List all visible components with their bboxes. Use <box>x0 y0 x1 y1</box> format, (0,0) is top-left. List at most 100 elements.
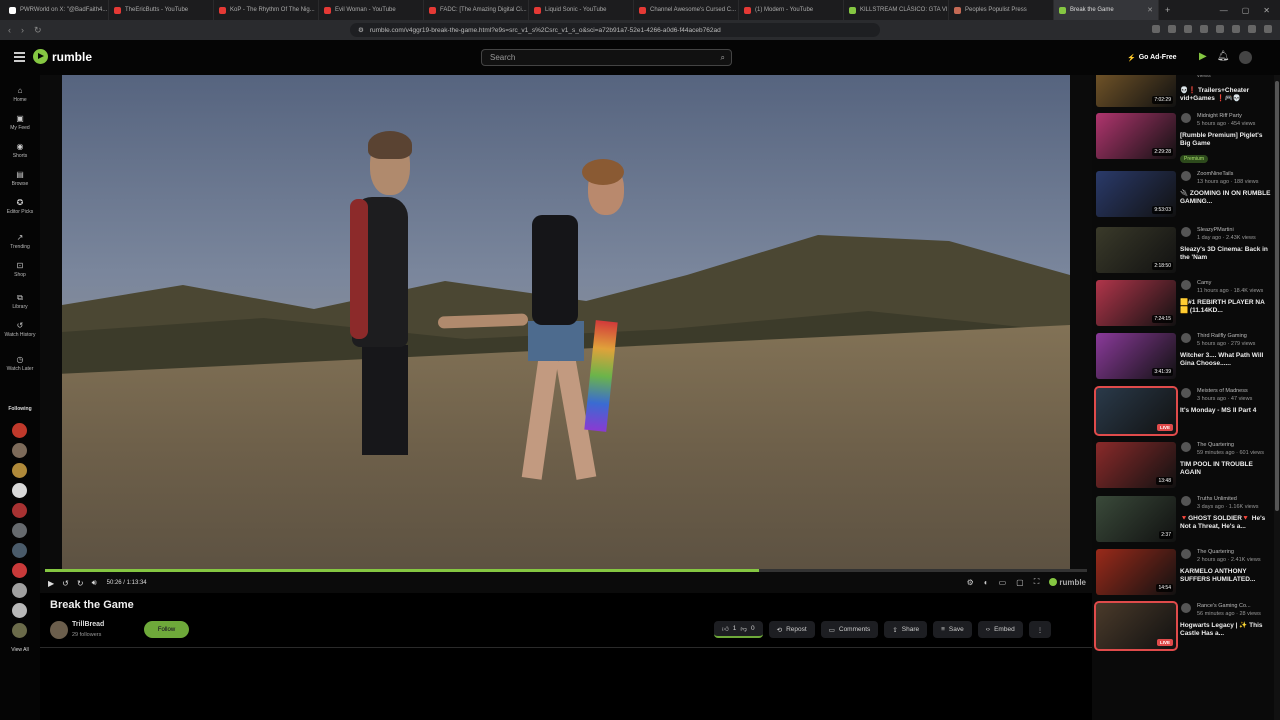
channel-name[interactable]: Meisters of Madness <box>1197 388 1248 394</box>
video-title-link[interactable]: It's Monday - MS II Part 4 <box>1180 407 1272 415</box>
browser-tab[interactable]: FADC: [The Amazing Digital Ci... <box>424 0 529 20</box>
followed-channel-avatar[interactable] <box>12 583 27 598</box>
channel-avatar[interactable] <box>1181 496 1191 506</box>
related-video-card[interactable]: 7:24:15 Camy 11 hours ago · 18.4K views 🟨#1… <box>1096 280 1274 330</box>
video-title-link[interactable]: TIM POOL IN TROUBLE AGAIN <box>1180 461 1272 477</box>
fullscreen-icon[interactable]: ⛶ <box>1034 577 1040 587</box>
video-thumbnail[interactable]: 2:18:50 <box>1096 227 1176 273</box>
reload-icon[interactable]: ↻ <box>34 25 42 36</box>
extension-icon[interactable] <box>1232 25 1240 33</box>
followed-channel-avatar[interactable] <box>12 523 27 538</box>
follow-button[interactable]: Follow <box>144 621 189 638</box>
nav-item-shop[interactable]: ⊡ Shop <box>0 261 40 278</box>
menu-icon[interactable] <box>1264 25 1272 33</box>
channel-name[interactable]: SleazyPMartini <box>1197 227 1234 233</box>
channel-name[interactable]: Rance's Gaming Co... <box>1197 603 1251 609</box>
video-frame[interactable] <box>62 75 1070 569</box>
followed-channel-avatar[interactable] <box>12 463 27 478</box>
video-title-link[interactable]: 🔌 ZOOMING IN ON RUMBLE GAMING... <box>1180 190 1272 206</box>
share-button[interactable]: ⇪ Share <box>884 621 928 638</box>
followed-channel-avatar[interactable] <box>12 603 27 618</box>
video-player[interactable]: ▶ ↺ ↻ 🔊︎ 50:26 / 1:13:34 ⚙ ◐ ▭ ▢ ⛶ rumbl… <box>40 75 1092 593</box>
browser-tab[interactable]: Break the Game ✕ <box>1054 0 1159 20</box>
nav-item-library[interactable]: ⧉ Library <box>0 293 40 310</box>
save-button[interactable]: ≡ Save <box>933 621 972 638</box>
followed-channel-avatar[interactable] <box>12 503 27 518</box>
thumbs-down-icon[interactable]: 👎︎ <box>740 625 747 633</box>
nav-item-editor-picks[interactable]: ✪ Editor Picks <box>0 198 40 215</box>
hamburger-menu-icon[interactable] <box>14 52 25 64</box>
channel-name[interactable]: Truths Unlimited <box>1197 496 1237 502</box>
channel-avatar[interactable] <box>1181 227 1191 237</box>
channel-avatar[interactable] <box>1181 113 1191 123</box>
play-icon[interactable]: ▶ <box>48 579 54 588</box>
video-title-link[interactable]: Sleazy's 3D Cinema: Back in the 'Nam <box>1180 246 1272 262</box>
settings-icon[interactable]: ⚙ <box>967 578 974 587</box>
url-field[interactable]: ⚙ rumble.com/v4ggr19-break-the-game.html… <box>350 23 880 37</box>
related-video-card[interactable]: LIVE Rance's Gaming Co... 56 minutes ago ·… <box>1094 601 1274 653</box>
video-thumbnail[interactable]: 13:48 <box>1096 442 1176 488</box>
browser-tab[interactable]: TheEricButts - YouTube <box>109 0 214 20</box>
nav-item-trending[interactable]: ↗ Trending <box>0 233 40 250</box>
upload-video-icon[interactable]: ▶ <box>1199 51 1207 64</box>
browser-tab[interactable]: Liquid Sonic - YouTube <box>529 0 634 20</box>
video-thumbnail[interactable]: LIVE <box>1094 386 1178 436</box>
channel-avatar[interactable] <box>1181 333 1191 343</box>
followed-channel-avatar[interactable] <box>12 423 27 438</box>
video-thumbnail[interactable]: 3:41:39 <box>1096 333 1176 379</box>
channel-avatar[interactable] <box>1181 549 1191 559</box>
more-options-button[interactable]: ⋮ <box>1028 621 1052 638</box>
channel-name[interactable]: ZoomNineTails <box>1197 171 1233 177</box>
video-title-link[interactable]: KARMELO ANTHONY SUFFERS HUMILATED... <box>1180 568 1272 584</box>
extension-icon[interactable] <box>1200 25 1208 33</box>
followed-channel-avatar[interactable] <box>12 623 27 638</box>
related-video-card[interactable]: LIVE Meisters of Madness 3 hours ago · 47 … <box>1094 386 1274 438</box>
related-video-card[interactable]: 13:48 The Quartering 59 minutes ago · 601 … <box>1096 442 1274 492</box>
close-tab-icon[interactable]: ✕ <box>1147 6 1153 14</box>
related-video-card[interactable]: 2:29:28 Midnight Riff Party 5 hours ago · … <box>1096 113 1274 163</box>
video-progress-bar[interactable] <box>45 569 1087 572</box>
nav-item-watch-history[interactable]: ↺ Watch History <box>0 321 40 338</box>
browser-tab[interactable]: (1) Modern - YouTube <box>739 0 844 20</box>
close-window-icon[interactable]: ✕ <box>1263 6 1270 15</box>
search-input[interactable]: Search ⌕ <box>481 49 732 66</box>
nav-item-home[interactable]: ⌂ Home <box>0 86 40 103</box>
user-avatar[interactable] <box>1239 51 1253 64</box>
embed-button[interactable]: ‹› Embed <box>977 621 1023 638</box>
followed-channel-avatar[interactable] <box>12 543 27 558</box>
video-title-link[interactable]: 🔻GHOST SOLDIER🔻 He's Not a Threat, He's … <box>1180 515 1272 531</box>
notifications-bell-icon[interactable]: 🔔︎ <box>1217 51 1230 64</box>
related-video-card[interactable]: 14:54 The Quartering 2 hours ago · 2.41K v… <box>1096 549 1274 599</box>
nav-item-browse[interactable]: ▤ Browse <box>0 170 40 187</box>
related-video-card[interactable]: 3:41:39 Third Railfly Gaming 5 hours ago ·… <box>1096 333 1274 383</box>
volume-icon[interactable]: 🔊︎ <box>92 578 97 588</box>
video-thumbnail[interactable]: LIVE <box>1094 601 1178 651</box>
video-thumbnail[interactable]: 9:53:03 <box>1096 171 1176 217</box>
nav-item-shorts[interactable]: ◉ Shorts <box>0 142 40 159</box>
go-ad-free-button[interactable]: ⚡ Go Ad-Free <box>1127 50 1177 65</box>
video-thumbnail[interactable]: 7:02:29 <box>1096 75 1176 107</box>
video-title-link[interactable]: [Rumble Premium] Piglet's Big Game <box>1180 132 1272 148</box>
browser-tab[interactable]: PWRWorld on X: "@BadFaith4... <box>4 0 109 20</box>
extension-icon[interactable] <box>1168 25 1176 33</box>
channel-name[interactable]: Midnight Riff Party <box>1197 113 1242 119</box>
nav-item-my-feed[interactable]: ▣ My Feed <box>0 114 40 131</box>
channel-name[interactable]: The Quartering <box>1197 549 1234 555</box>
extension-icon[interactable] <box>1152 25 1160 33</box>
browser-tab[interactable]: KILLSTREAM CLÁSICO: GTA VI... <box>844 0 949 20</box>
video-title-link[interactable]: 💀❗ Trailers+Cheater vid+Games ❗🎮💀 <box>1180 87 1272 103</box>
view-all-link[interactable]: View All <box>0 647 40 653</box>
search-icon[interactable]: ⌕ <box>721 53 725 63</box>
browser-tab[interactable]: Evil Woman - YouTube <box>319 0 424 20</box>
rumble-logo[interactable]: rumble <box>33 49 92 64</box>
video-title-link[interactable]: Hogwarts Legacy | ✨ This Castle Has a... <box>1180 622 1272 638</box>
followed-channel-avatar[interactable] <box>12 563 27 578</box>
channel-avatar[interactable] <box>50 621 68 639</box>
scrollbar[interactable] <box>1274 75 1280 720</box>
related-video-card[interactable]: 9:53:03 ZoomNineTails 13 hours ago · 188 v… <box>1096 171 1274 221</box>
autoplay-toggle-icon[interactable]: ◐ <box>984 578 989 587</box>
related-video-card[interactable]: 2:18:50 SleazyPMartini 1 day ago · 2.43K v… <box>1096 227 1274 277</box>
followed-channel-avatar[interactable] <box>12 443 27 458</box>
pip-icon[interactable]: ▭ <box>999 578 1007 587</box>
channel-name[interactable]: The Quartering <box>1197 442 1234 448</box>
